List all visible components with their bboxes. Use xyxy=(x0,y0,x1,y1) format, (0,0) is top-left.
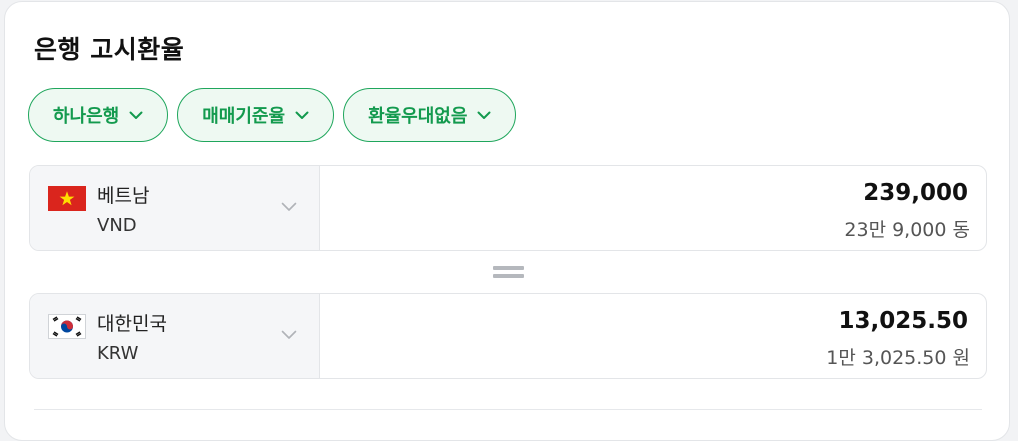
bank-filter-chip[interactable]: 하나은행 xyxy=(28,88,169,142)
to-amount: 13,025.50 xyxy=(838,308,969,334)
to-currency-code: KRW xyxy=(97,343,139,364)
preference-filter-label: 환율우대없음 xyxy=(368,106,468,127)
chevron-down-icon xyxy=(129,111,143,119)
from-amount: 239,000 xyxy=(863,180,968,206)
rate-type-filter-label: 매매기준율 xyxy=(202,106,286,127)
from-currency-row: 베트남 VND 239,000 23만 9,000 동 xyxy=(29,165,987,251)
equals-icon xyxy=(493,264,524,280)
to-country-name: 대한민국 xyxy=(97,313,167,335)
from-amount-field[interactable]: 239,000 23만 9,000 동 xyxy=(320,166,986,250)
filter-chips: 하나은행 매매기준율 환율우대없음 xyxy=(28,88,517,142)
to-amount-korean: 1만 3,025.50 원 xyxy=(826,347,970,369)
to-currency-row: 대한민국 KRW 13,025.50 1만 3,025.50 원 xyxy=(29,293,987,379)
section-title: 은행 고시환율 xyxy=(34,35,185,64)
to-amount-field[interactable]: 13,025.50 1만 3,025.50 원 xyxy=(320,294,986,378)
chevron-down-icon xyxy=(295,111,309,119)
preference-filter-chip[interactable]: 환율우대없음 xyxy=(343,88,517,142)
to-currency-select[interactable]: 대한민국 KRW xyxy=(30,294,320,378)
chevron-down-icon xyxy=(281,330,297,339)
bank-filter-label: 하나은행 xyxy=(53,106,120,127)
chevron-down-icon xyxy=(281,202,297,211)
from-currency-select[interactable]: 베트남 VND xyxy=(30,166,320,250)
divider xyxy=(34,409,982,410)
korea-flag-icon xyxy=(48,314,86,339)
vietnam-flag-icon xyxy=(48,186,86,211)
from-country-name: 베트남 xyxy=(97,185,150,207)
rate-type-filter-chip[interactable]: 매매기준율 xyxy=(177,88,335,142)
chevron-down-icon xyxy=(477,111,491,119)
from-currency-code: VND xyxy=(97,215,137,236)
from-amount-korean: 23만 9,000 동 xyxy=(844,219,970,241)
